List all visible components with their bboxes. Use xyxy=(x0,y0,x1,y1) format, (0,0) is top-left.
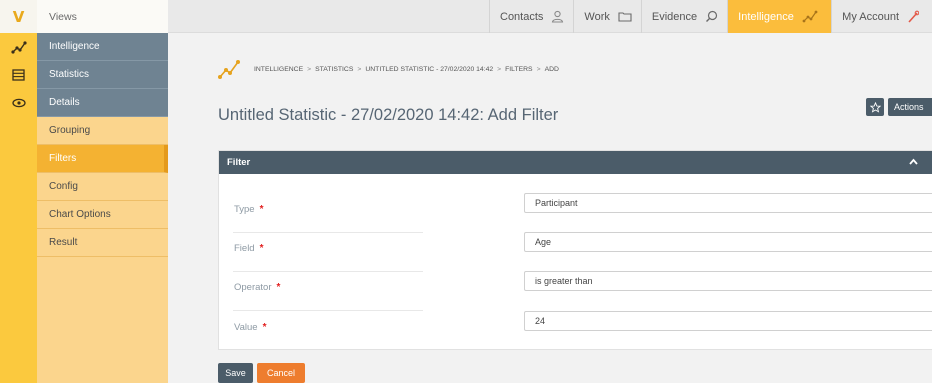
required-marker: * xyxy=(259,204,264,215)
nav-item-details[interactable]: Details xyxy=(37,89,168,117)
rail-statistics[interactable] xyxy=(0,61,37,89)
search-icon xyxy=(705,10,718,23)
logo-icon: V xyxy=(12,7,25,26)
actions-button[interactable]: Actions xyxy=(888,98,932,116)
topnav-intelligence[interactable]: Intelligence xyxy=(727,0,832,33)
details-eye-icon xyxy=(11,98,26,108)
account-icon xyxy=(907,10,920,24)
value-label-text: Value xyxy=(234,322,258,333)
breadcrumb-add: ADD xyxy=(544,65,559,73)
rail-details[interactable] xyxy=(0,89,37,117)
value-input[interactable]: 24 xyxy=(524,311,932,331)
side-nav: Views Intelligence Statistics Details Gr… xyxy=(37,0,168,383)
breadcrumb-statistics[interactable]: STATISTICS xyxy=(315,66,353,73)
value-row: Value * 24 xyxy=(233,311,932,351)
nav-item-result[interactable]: Result xyxy=(37,229,168,257)
value-label: Value * xyxy=(234,322,267,333)
breadcrumb-statistic[interactable]: UNTITLED STATISTIC - 27/02/2020 14:42 xyxy=(365,66,493,73)
topnav-evidence-label: Evidence xyxy=(651,10,698,23)
breadcrumb-separator: > xyxy=(307,65,312,73)
page-title: Untitled Statistic - 27/02/2020 14:42: A… xyxy=(218,106,559,124)
topnav-evidence[interactable]: Evidence xyxy=(640,0,727,33)
filter-panel-title: Filter xyxy=(227,157,251,168)
topnav-work-label: Work xyxy=(584,10,610,23)
type-select-value: Participant xyxy=(535,198,578,208)
topnav-contacts[interactable]: Contacts xyxy=(489,0,573,33)
topnav-my-account-label: My Account xyxy=(842,10,900,23)
main-content: INTELLIGENCE > STATISTICS > UNTITLED STA… xyxy=(168,34,932,383)
breadcrumb-separator: > xyxy=(357,65,362,73)
breadcrumb-separator: > xyxy=(536,65,541,73)
nav-item-statistics[interactable]: Statistics xyxy=(37,61,168,89)
operator-label: Operator * xyxy=(234,282,280,293)
intelligence-icon xyxy=(218,59,240,79)
type-label-text: Type xyxy=(234,204,255,215)
topnav-intelligence-label: Intelligence xyxy=(738,10,794,23)
breadcrumb: INTELLIGENCE > STATISTICS > UNTITLED STA… xyxy=(218,58,559,80)
intelligence-icon xyxy=(802,10,818,23)
favourite-button[interactable] xyxy=(866,98,884,116)
nav-item-intelligence[interactable]: Intelligence xyxy=(37,33,168,61)
logo[interactable]: V xyxy=(0,0,37,33)
topnav-contacts-label: Contacts xyxy=(500,10,544,23)
breadcrumb-filters[interactable]: FILTERS xyxy=(505,66,532,73)
breadcrumb-separator: > xyxy=(497,65,502,73)
folder-icon xyxy=(618,11,632,22)
topnav-my-account[interactable]: My Account xyxy=(831,0,928,33)
views-header[interactable]: Views xyxy=(37,0,168,33)
field-row: Field * Age▼ xyxy=(233,232,932,272)
type-row: Type * Participant▼ xyxy=(233,193,932,233)
field-label: Field * xyxy=(234,243,264,254)
required-marker: * xyxy=(262,322,267,333)
operator-select-value: is greater than xyxy=(535,276,593,286)
nav-item-chart-options[interactable]: Chart Options xyxy=(37,201,168,229)
star-icon xyxy=(869,101,881,113)
required-marker: * xyxy=(276,282,281,293)
breadcrumb-intelligence[interactable]: INTELLIGENCE xyxy=(254,66,303,73)
rail-intelligence[interactable] xyxy=(0,33,37,61)
filter-panel: Filter Type * Participant▼ Field * Age▼ Op… xyxy=(218,150,932,350)
nav-item-grouping[interactable]: Grouping xyxy=(37,117,168,145)
required-marker: * xyxy=(259,243,264,254)
field-label-text: Field xyxy=(234,243,255,254)
cancel-button[interactable]: Cancel xyxy=(257,363,305,383)
top-bar: Contacts Work Evidence Intelligence My A… xyxy=(168,0,932,33)
icon-rail: V xyxy=(0,0,37,383)
chevron-up-icon[interactable] xyxy=(909,157,918,168)
field-select[interactable]: Age▼ xyxy=(524,232,932,252)
save-button[interactable]: Save xyxy=(218,363,253,383)
nav-item-filters[interactable]: Filters xyxy=(37,145,168,173)
operator-label-text: Operator xyxy=(234,282,272,293)
field-select-value: Age xyxy=(535,237,552,247)
operator-select[interactable]: is greater than▼ xyxy=(524,271,932,291)
value-input-text: 24 xyxy=(535,316,546,326)
type-label: Type * xyxy=(234,204,264,215)
type-select[interactable]: Participant▼ xyxy=(524,193,932,213)
person-icon xyxy=(551,10,564,23)
intelligence-icon xyxy=(10,41,27,54)
operator-row: Operator * is greater than▼ xyxy=(233,271,932,311)
top-nav: Contacts Work Evidence Intelligence My A… xyxy=(489,0,928,33)
statistics-icon xyxy=(12,69,25,81)
filter-panel-header: Filter xyxy=(219,151,932,174)
nav-item-config[interactable]: Config xyxy=(37,173,168,201)
topnav-work[interactable]: Work xyxy=(573,0,640,33)
